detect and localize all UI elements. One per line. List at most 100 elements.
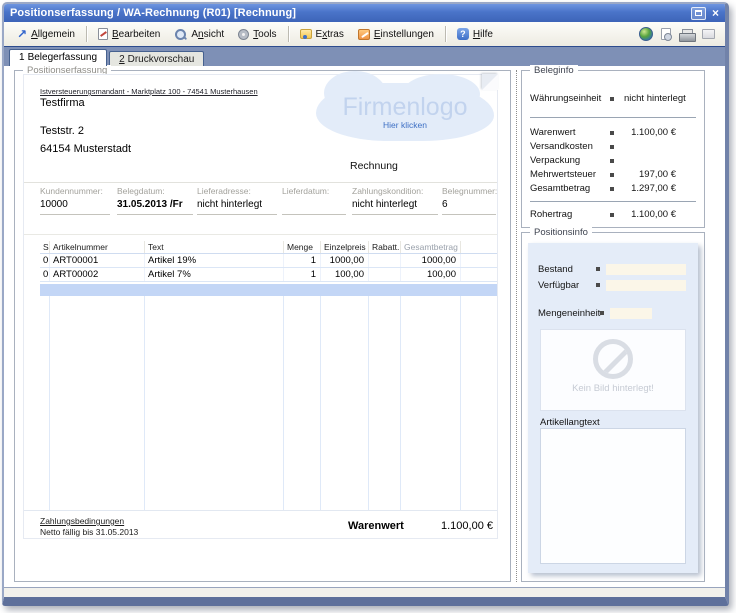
window-title: Positionserfassung / WA-Rechnung (R01) [… — [10, 7, 691, 19]
square-bullet-icon — [596, 267, 606, 271]
invoice-paper: Istversteuerungsmandant - Marktplatz 100… — [23, 74, 498, 539]
mail-icon[interactable] — [702, 29, 715, 39]
restore-button[interactable] — [691, 7, 706, 20]
field-lieferdatum[interactable]: Lieferdatum: — [282, 186, 346, 215]
menu-separator — [288, 26, 289, 42]
menu-allgemein[interactable]: ↗ Allgemein — [10, 26, 82, 43]
menu-ansicht[interactable]: Ansicht — [167, 25, 231, 44]
divider — [24, 510, 497, 511]
gear-icon — [238, 29, 249, 40]
longtext-box[interactable] — [540, 428, 686, 564]
logo-watermark-text: Firmenlogo — [342, 95, 467, 119]
beleginfo-group: Beleginfo Währungseinheit nicht hinterle… — [521, 70, 705, 228]
payment-terms-text: Netto fällig bis 31.05.2013 — [40, 527, 138, 537]
field-lieferadresse[interactable]: Lieferadresse: nicht hinterlegt — [197, 186, 277, 215]
settings-icon — [358, 29, 370, 40]
beleginfo-row: Mehrwertsteuer 197,00 € — [530, 169, 696, 182]
divider — [530, 117, 696, 118]
beleginfo-row: Gesamtbetrag 1.297,00 € — [530, 183, 696, 196]
beleginfo-row: Rohertrag 1.100,00 € — [530, 209, 696, 222]
field-zahlungskondition[interactable]: Zahlungskondition: nicht hinterlegt — [352, 186, 438, 215]
document-type-label: Rechnung — [350, 160, 398, 172]
menu-tools[interactable]: Tools — [231, 26, 283, 43]
menu-extras[interactable]: Extras — [293, 26, 351, 43]
table-empty-area — [40, 296, 497, 510]
logo-click-hint: Hier klicken — [383, 120, 427, 130]
divider — [24, 234, 497, 235]
menu-bearbeiten[interactable]: Bearbeiten — [91, 25, 167, 43]
company-logo-placeholder[interactable]: Firmenlogo Hier klicken — [316, 83, 494, 141]
arrow-up-right-icon: ↗ — [17, 29, 27, 39]
screen: Positionserfassung / WA-Rechnung (R01) [… — [0, 0, 736, 613]
selected-empty-row[interactable] — [40, 284, 497, 296]
recipient-street[interactable]: Teststr. 2 — [40, 125, 84, 137]
square-bullet-icon — [610, 169, 622, 177]
help-icon: ? — [457, 28, 469, 40]
payment-terms: Zahlungsbedingungen Netto fällig bis 31.… — [40, 516, 138, 537]
positionsinfo-row: Bestand — [538, 263, 686, 275]
square-bullet-icon — [610, 209, 622, 217]
beleginfo-row: Verpackung — [530, 155, 696, 168]
field-belegnummer[interactable]: Belegnummer: 6 — [442, 186, 496, 215]
menu-separator — [86, 26, 87, 42]
total-value: 1.100,00 € — [441, 520, 493, 532]
no-image-icon — [593, 339, 633, 379]
verfuegbar-value-field — [606, 280, 686, 291]
beleginfo-row: Warenwert 1.100,00 € — [530, 127, 696, 140]
app-window: Positionserfassung / WA-Rechnung (R01) [… — [2, 2, 729, 606]
sender-address-link[interactable]: Istversteuerungsmandant - Marktplatz 100… — [40, 87, 258, 96]
square-bullet-icon — [610, 183, 622, 191]
tab-druckvorschau[interactable]: 2Druckvorschau — [109, 51, 204, 66]
total-label: Warenwert — [348, 520, 404, 532]
field-belegdatum[interactable]: Belegdatum: 31.05.2013 /Fr — [117, 186, 193, 215]
square-bullet-icon — [600, 311, 610, 315]
menu-einstellungen[interactable]: Einstellungen — [351, 26, 441, 43]
edit-document-icon — [98, 28, 108, 40]
recipient-name[interactable]: Testfirma — [40, 97, 85, 109]
positionsinfo-row: Mengeneinheit — [538, 307, 652, 319]
close-button[interactable]: × — [712, 7, 719, 19]
bestand-value-field — [606, 264, 686, 275]
table-row[interactable]: 0 ART00001 Artikel 19% 1 1000,00 1000,00 — [40, 254, 497, 268]
divider — [530, 201, 696, 202]
menu-separator — [445, 26, 446, 42]
field-kundennummer[interactable]: Kundennummer: 10000 — [40, 186, 110, 215]
tab-strip: 1Belegerfassung 2Druckvorschau — [4, 47, 725, 66]
beleginfo-row: Versandkosten — [530, 141, 696, 154]
payment-terms-link[interactable]: Zahlungsbedingungen — [40, 516, 138, 526]
no-image-text: Kein Bild hinterlegt! — [541, 383, 685, 394]
positionserfassung-group: Positionserfassung Istversteuerungsmanda… — [14, 70, 511, 582]
table-header-row: S Artikelnummer Text Menge Einzelpreis R… — [40, 241, 497, 254]
magnifier-icon — [174, 28, 187, 41]
square-bullet-icon — [610, 141, 622, 149]
square-bullet-icon — [610, 93, 622, 101]
main-content: Positionserfassung Istversteuerungsmanda… — [4, 66, 725, 587]
menu-hilfe[interactable]: ? Hilfe — [450, 25, 500, 43]
positions-table: S Artikelnummer Text Menge Einzelpreis R… — [40, 241, 497, 282]
square-bullet-icon — [610, 127, 622, 135]
square-bullet-icon — [610, 155, 622, 163]
positionsinfo-row: Verfügbar — [538, 279, 686, 291]
group-label: Positionsinfo — [530, 227, 592, 238]
title-bar: Positionserfassung / WA-Rechnung (R01) [… — [4, 4, 725, 22]
beleginfo-row: Währungseinheit nicht hinterlegt — [530, 93, 696, 106]
divider — [24, 182, 497, 183]
extras-icon — [300, 29, 312, 39]
web-icon[interactable] — [639, 27, 653, 41]
group-label: Beleginfo — [530, 65, 578, 76]
print-icon[interactable] — [679, 29, 694, 40]
positionsinfo-panel: Bestand Verfügbar Mengeneinheit Kein B — [528, 243, 698, 573]
square-bullet-icon — [596, 283, 606, 287]
recipient-city[interactable]: 64154 Musterstadt — [40, 143, 131, 155]
article-image-placeholder: Kein Bild hinterlegt! — [540, 329, 686, 411]
menu-bar: ↗ Allgemein Bearbeiten Ansicht Tools Ext… — [4, 22, 725, 47]
document-properties-icon[interactable] — [661, 28, 671, 40]
restore-icon — [695, 10, 702, 16]
positionsinfo-group: Positionsinfo Bestand Verfügbar Mengenei… — [521, 232, 705, 582]
tab-belegerfassung[interactable]: 1Belegerfassung — [9, 49, 107, 66]
page-curl-icon — [482, 74, 498, 90]
longtext-label: Artikellangtext — [540, 417, 600, 428]
panel-splitter[interactable] — [516, 70, 517, 582]
table-row[interactable]: 0 ART00002 Artikel 7% 1 100,00 100,00 — [40, 268, 497, 282]
status-strip — [4, 587, 725, 597]
